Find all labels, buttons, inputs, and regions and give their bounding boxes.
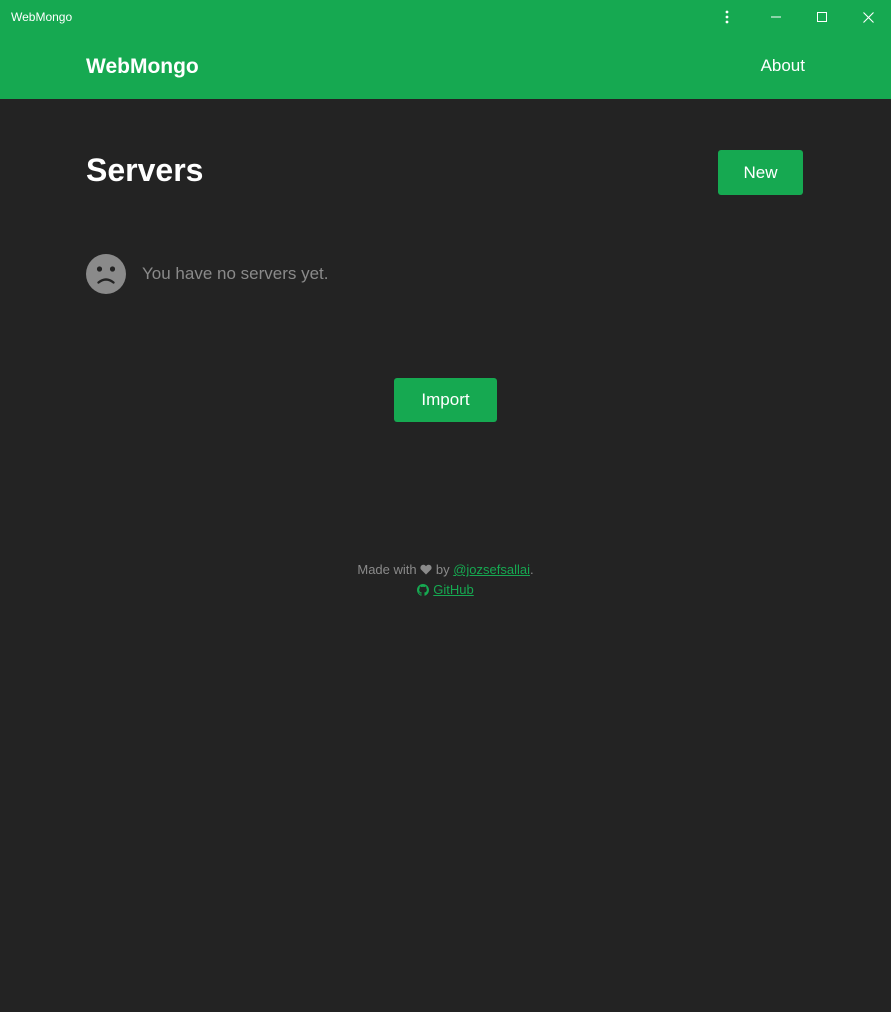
github-label: GitHub — [433, 582, 474, 597]
empty-message: You have no servers yet. — [142, 264, 329, 283]
by-text: by — [435, 562, 450, 577]
heart-icon — [420, 564, 432, 575]
window-title: WebMongo — [11, 10, 73, 24]
close-icon[interactable] — [851, 0, 885, 34]
minimize-icon[interactable] — [760, 0, 792, 34]
footer-credit: Made with by @jozsefsallai. — [0, 560, 891, 580]
page-title: Servers — [86, 152, 204, 188]
empty-state: You have no servers yet. — [86, 254, 329, 294]
import-button[interactable]: Import — [394, 378, 497, 422]
maximize-icon[interactable] — [806, 0, 838, 34]
footer: Made with by @jozsefsallai. GitHub — [0, 560, 891, 602]
sad-face-icon — [86, 254, 126, 294]
more-vertical-icon[interactable] — [713, 0, 741, 34]
window-titlebar: WebMongo — [0, 0, 891, 34]
new-server-button[interactable]: New — [718, 150, 803, 195]
brand-logo[interactable]: WebMongo — [86, 55, 199, 79]
nav-about-link[interactable]: About — [761, 56, 805, 76]
navbar: WebMongo About — [0, 34, 891, 99]
github-link[interactable]: GitHub — [417, 580, 474, 600]
made-with-text: Made with — [357, 562, 417, 577]
github-icon — [417, 584, 430, 596]
author-link[interactable]: @jozsefsallai — [453, 562, 530, 577]
footer-period: . — [530, 562, 534, 577]
